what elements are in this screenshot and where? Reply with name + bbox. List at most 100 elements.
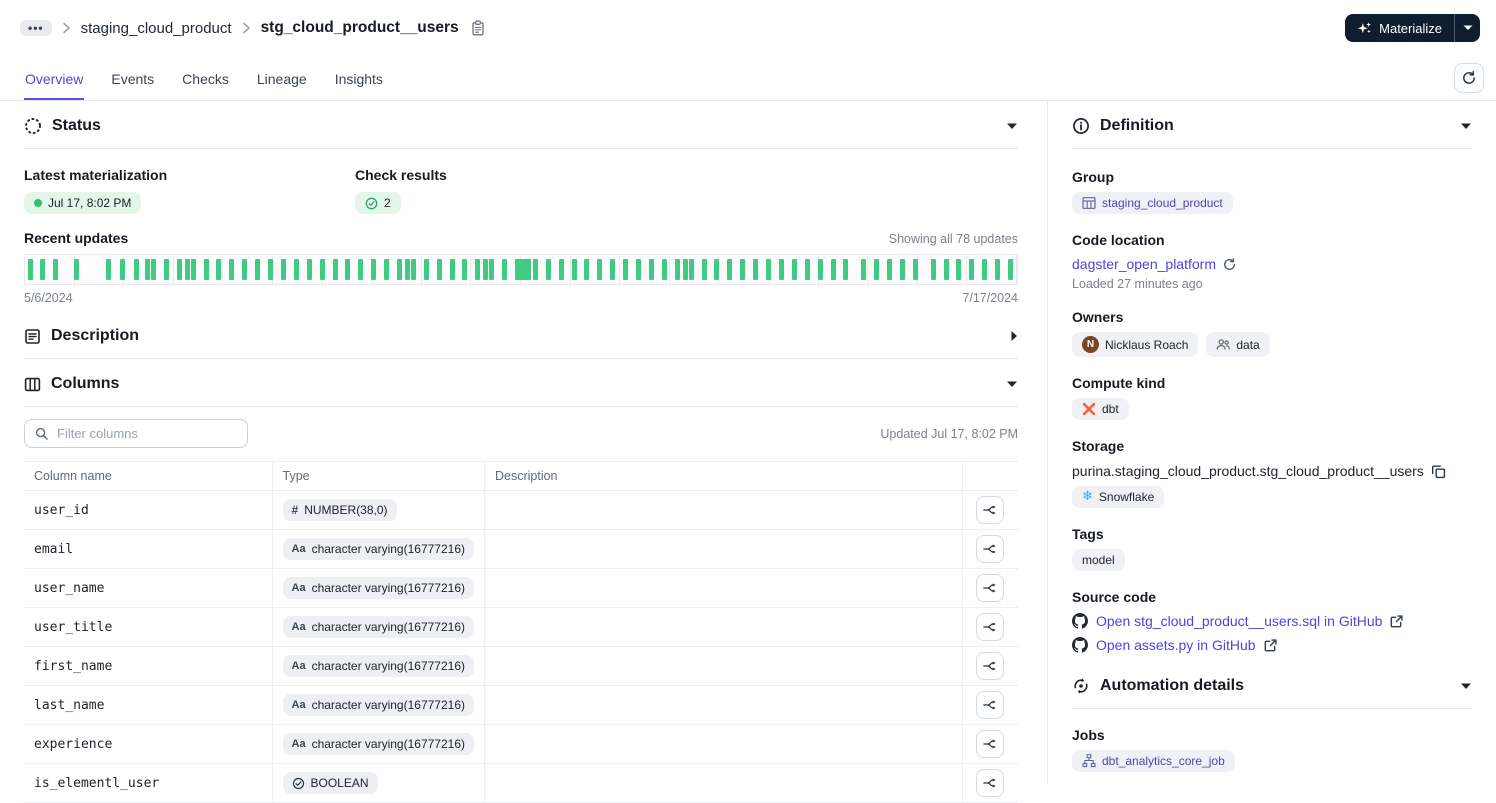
copy-asset-name-icon[interactable] bbox=[471, 20, 485, 36]
column-lineage-button[interactable] bbox=[976, 613, 1005, 641]
column-lineage-button[interactable] bbox=[976, 496, 1005, 524]
check-results-badge[interactable]: 2 bbox=[355, 192, 401, 214]
update-tick-bar bbox=[804, 259, 810, 280]
type-badge: Aa character varying(16777216) bbox=[282, 577, 474, 599]
update-tick-bar bbox=[255, 259, 261, 280]
column-actions-cell bbox=[962, 529, 1018, 569]
timeline-grid-cell bbox=[75, 255, 125, 284]
timeline-end-date: 7/17/2024 bbox=[962, 291, 1018, 305]
column-lineage-button[interactable] bbox=[976, 769, 1005, 797]
update-tick-bar bbox=[229, 259, 235, 280]
timeline-start-date: 5/6/2024 bbox=[24, 291, 73, 305]
breadcrumb-ellipsis-button[interactable]: ••• bbox=[20, 20, 52, 36]
definition-sidebar: Definition Group staging_cloud_product C… bbox=[1047, 101, 1496, 783]
filter-columns-input[interactable] bbox=[55, 425, 237, 442]
reload-code-location-icon[interactable] bbox=[1223, 257, 1236, 271]
refresh-button[interactable] bbox=[1454, 63, 1484, 93]
external-link-icon bbox=[1264, 638, 1277, 652]
update-tick-bar bbox=[623, 259, 629, 280]
code-location-loaded-text: Loaded 27 minutes ago bbox=[1072, 277, 1203, 291]
snowflake-icon: ❄ bbox=[1082, 489, 1093, 504]
column-description-cell bbox=[484, 568, 963, 608]
update-tick-bar bbox=[610, 259, 616, 280]
materialize-dropdown-button[interactable] bbox=[1454, 14, 1480, 42]
column-type-cell: Aa character varying(16777216) bbox=[272, 529, 485, 569]
column-lineage-button[interactable] bbox=[976, 535, 1005, 563]
update-tick-bar bbox=[332, 259, 338, 280]
update-tick-bar bbox=[39, 259, 45, 280]
divider bbox=[1072, 708, 1472, 709]
description-expand-caret-icon[interactable] bbox=[1011, 330, 1018, 342]
column-description-cell bbox=[484, 490, 963, 530]
tab-lineage[interactable]: Lineage bbox=[256, 58, 308, 100]
breadcrumb: ••• staging_cloud_product stg_cloud_prod… bbox=[20, 19, 485, 37]
divider bbox=[24, 406, 1018, 407]
tab-insights[interactable]: Insights bbox=[334, 58, 384, 100]
column-lineage-button[interactable] bbox=[976, 574, 1005, 602]
update-tick-bar bbox=[532, 259, 538, 280]
tab-checks[interactable]: Checks bbox=[181, 58, 230, 100]
columns-collapse-caret-icon[interactable] bbox=[1006, 381, 1018, 388]
description-icon bbox=[24, 328, 41, 345]
latest-materialization-badge[interactable]: Jul 17, 8:02 PM bbox=[24, 192, 142, 214]
owner-user-badge[interactable]: N Nicklaus Roach bbox=[1072, 332, 1199, 357]
materialize-button[interactable]: Materialize bbox=[1345, 14, 1454, 42]
breadcrumb-group-link[interactable]: staging_cloud_product bbox=[81, 20, 232, 37]
check-results-block: Check results 2 bbox=[355, 167, 686, 214]
job-badge[interactable]: dbt_analytics_core_job bbox=[1072, 750, 1235, 772]
update-tick-bar bbox=[134, 259, 140, 280]
status-section-title: Status bbox=[52, 117, 101, 134]
definition-collapse-caret-icon[interactable] bbox=[1460, 123, 1472, 130]
recent-updates-timeline[interactable] bbox=[24, 254, 1018, 285]
update-tick-bar bbox=[242, 259, 248, 280]
table-row: user_name Aa character varying(16777216) bbox=[24, 568, 1018, 608]
update-tick-bar bbox=[791, 259, 797, 280]
automation-section-title: Automation details bbox=[1100, 677, 1245, 694]
table-row: email Aa character varying(16777216) bbox=[24, 529, 1018, 569]
group-badge[interactable]: staging_cloud_product bbox=[1072, 192, 1233, 214]
automation-collapse-caret-icon[interactable] bbox=[1460, 683, 1472, 690]
update-tick-bar bbox=[887, 259, 893, 280]
status-section-header: Status bbox=[24, 101, 1018, 135]
compute-kind-badge[interactable]: dbt bbox=[1072, 398, 1129, 420]
column-header-actions bbox=[962, 461, 1018, 491]
code-location-link[interactable]: dagster_open_platform bbox=[1072, 256, 1216, 272]
column-actions-cell bbox=[962, 685, 1018, 725]
column-name-cell: is_elementl_user bbox=[24, 763, 273, 803]
tab-events[interactable]: Events bbox=[110, 58, 155, 100]
column-name-cell: last_name bbox=[24, 685, 273, 725]
tag-badge[interactable]: model bbox=[1072, 549, 1125, 571]
github-link[interactable]: Open stg_cloud_product__users.sql in Git… bbox=[1096, 613, 1382, 629]
storage-label: Storage bbox=[1072, 438, 1125, 454]
tab-overview[interactable]: Overview bbox=[24, 58, 85, 100]
update-tick-bar bbox=[943, 259, 949, 280]
jobs-label: Jobs bbox=[1072, 727, 1105, 743]
update-tick-bar bbox=[930, 259, 936, 280]
automation-section-header: Automation details bbox=[1072, 653, 1472, 695]
status-collapse-caret-icon[interactable] bbox=[1006, 123, 1018, 130]
filter-columns-field bbox=[24, 419, 248, 448]
column-lineage-button[interactable] bbox=[976, 691, 1005, 719]
update-tick-bar bbox=[571, 259, 577, 280]
copy-storage-path-icon[interactable] bbox=[1431, 464, 1446, 479]
update-tick-bar bbox=[688, 259, 694, 280]
column-lineage-button[interactable] bbox=[976, 730, 1005, 758]
search-icon bbox=[35, 427, 48, 440]
update-tick-bar bbox=[545, 259, 551, 280]
owner-team-badge[interactable]: data bbox=[1206, 332, 1270, 357]
update-tick-bar bbox=[766, 259, 772, 280]
update-tick-bar bbox=[280, 259, 286, 280]
column-lineage-button[interactable] bbox=[976, 652, 1005, 680]
update-tick-bar bbox=[358, 259, 364, 280]
column-actions-cell bbox=[962, 763, 1018, 803]
github-icon bbox=[1072, 637, 1088, 653]
update-tick-bar bbox=[584, 259, 590, 280]
compute-kind-value: dbt bbox=[1102, 402, 1119, 416]
update-tick-bar bbox=[176, 259, 182, 280]
storage-kind-badge[interactable]: ❄ Snowflake bbox=[1072, 486, 1165, 508]
tags-label: Tags bbox=[1072, 526, 1104, 542]
github-link[interactable]: Open assets.py in GitHub bbox=[1096, 637, 1256, 653]
column-type-cell: Aa character varying(16777216) bbox=[272, 646, 485, 686]
column-actions-cell bbox=[962, 568, 1018, 608]
type-badge: Aa character varying(16777216) bbox=[282, 733, 474, 755]
